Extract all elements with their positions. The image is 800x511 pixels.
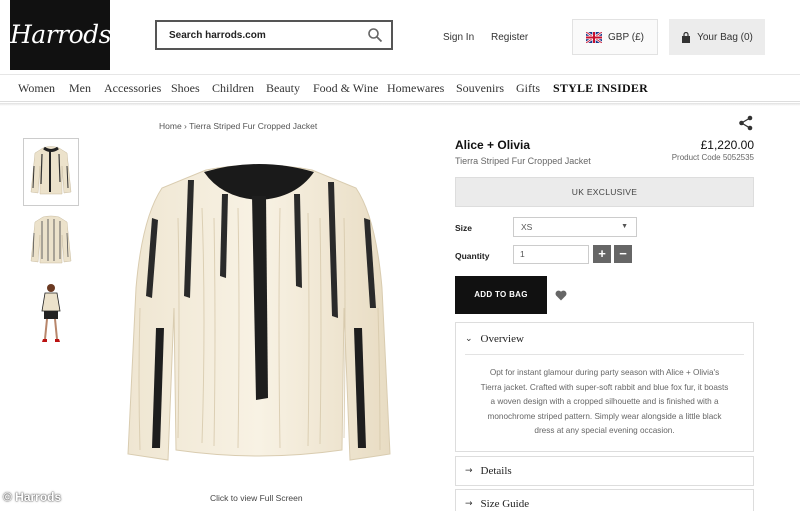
nav-item-food-wine[interactable]: Food & Wine [313, 81, 378, 96]
quantity-input[interactable]: 1 [513, 245, 589, 264]
size-guide-panel[interactable]: → Size Guide [455, 489, 754, 511]
search-icon[interactable] [367, 27, 383, 43]
details-header[interactable]: → Details [456, 457, 753, 485]
quantity-plus-button[interactable]: + [593, 245, 611, 263]
product-brand[interactable]: Alice + Olivia [455, 138, 530, 152]
size-label: Size [455, 223, 473, 233]
jacket-thumbnail-image [30, 146, 72, 195]
nav-shadow [0, 103, 800, 106]
bag-label: Your Bag (0) [697, 31, 753, 43]
bag-icon [682, 31, 691, 43]
size-select[interactable]: XS ▼ [513, 217, 637, 237]
product-main-image[interactable] [118, 158, 400, 470]
uk-flag-icon [586, 31, 603, 43]
nav-item-women[interactable]: Women [18, 81, 55, 96]
overview-title: Overview [480, 332, 524, 345]
main-nav: Women Men Accessories Shoes Children Bea… [0, 74, 800, 102]
chevron-right-icon: → [465, 499, 473, 509]
nav-item-accessories[interactable]: Accessories [104, 81, 161, 96]
currency-selector[interactable]: GBP (£) [572, 19, 658, 55]
harrods-logo[interactable]: Harrods [10, 0, 112, 70]
overview-panel: ⌄ Overview Opt for instant glamour durin… [455, 322, 754, 452]
register-link[interactable]: Register [491, 32, 528, 43]
model-thumbnail-image [41, 284, 61, 342]
nav-item-style-insider[interactable]: STYLE INSIDER [553, 81, 648, 96]
size-guide-title: Size Guide [480, 498, 530, 510]
uk-exclusive-badge: UK EXCLUSIVE [455, 177, 754, 207]
overview-header[interactable]: ⌄ Overview [456, 323, 753, 354]
quantity-minus-button[interactable]: − [614, 245, 632, 263]
chevron-right-icon: → [465, 466, 473, 476]
product-name: Tierra Striped Fur Cropped Jacket [455, 156, 591, 166]
breadcrumb[interactable]: Home › Tierra Striped Fur Cropped Jacket [159, 121, 317, 131]
product-price: £1,220.00 [700, 138, 754, 152]
copyright-watermark: © Harrods [3, 490, 62, 504]
chevron-down-icon: ▼ [621, 223, 628, 230]
search-box[interactable] [155, 20, 393, 50]
size-value: XS [521, 222, 533, 232]
your-bag-button[interactable]: Your Bag (0) [669, 19, 765, 55]
product-code: Product Code 5052535 [671, 153, 754, 162]
chevron-down-icon: ⌄ [465, 333, 473, 344]
thumbnail-1[interactable] [23, 138, 79, 206]
details-title: Details [480, 465, 512, 477]
currency-label: GBP (£) [608, 31, 644, 43]
heart-icon[interactable] [555, 290, 567, 301]
sign-in-link[interactable]: Sign In [443, 32, 474, 43]
search-input[interactable] [157, 22, 357, 48]
view-full-screen-link[interactable]: Click to view Full Screen [210, 493, 303, 503]
nav-item-gifts[interactable]: Gifts [516, 81, 540, 96]
nav-item-souvenirs[interactable]: Souvenirs [456, 81, 504, 96]
nav-item-homewares[interactable]: Homewares [387, 81, 444, 96]
size-guide-header[interactable]: → Size Guide [456, 490, 753, 511]
nav-item-shoes[interactable]: Shoes [171, 81, 200, 96]
add-to-bag-button[interactable]: ADD TO BAG [455, 276, 547, 314]
nav-item-children[interactable]: Children [212, 81, 254, 96]
thumbnail-3[interactable] [23, 278, 79, 346]
quantity-label: Quantity [455, 251, 490, 261]
share-icon[interactable] [738, 115, 754, 131]
thumbnail-2[interactable] [23, 207, 79, 275]
jacket-back-thumbnail-image [30, 215, 72, 264]
details-panel[interactable]: → Details [455, 456, 754, 486]
overview-text: Opt for instant glamour during party sea… [480, 368, 729, 435]
nav-item-beauty[interactable]: Beauty [266, 81, 300, 96]
nav-item-men[interactable]: Men [69, 81, 91, 96]
